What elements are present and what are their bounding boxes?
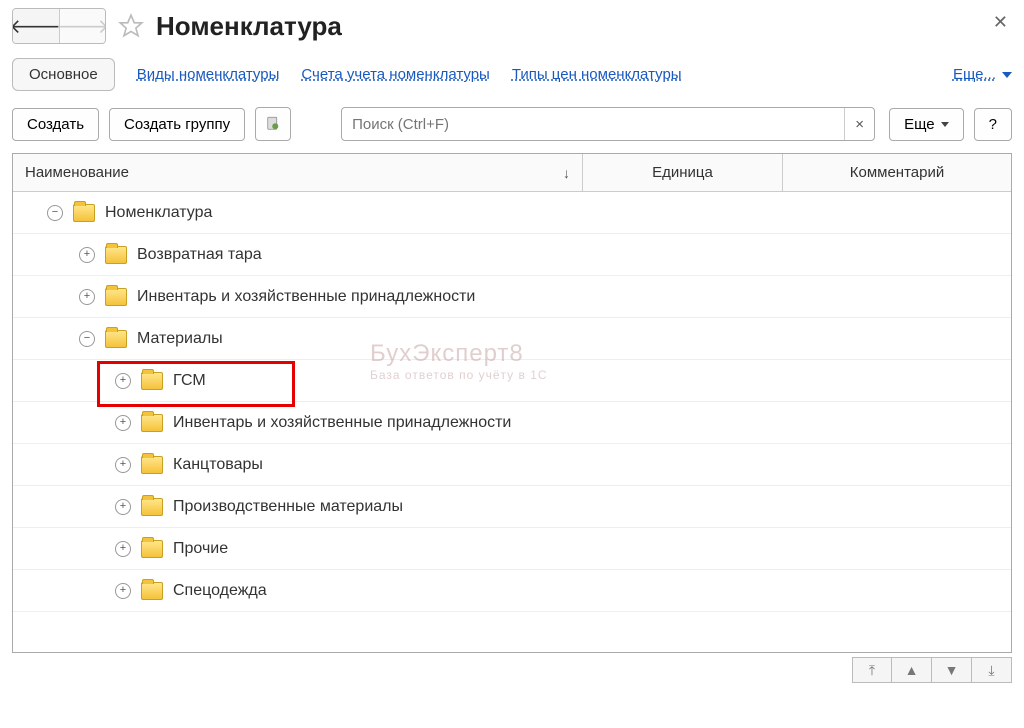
tree-row[interactable]: + Канцтовары [13, 444, 1011, 486]
search-clear-button[interactable]: × [844, 108, 874, 140]
expand-icon[interactable]: + [115, 415, 131, 431]
tree-row[interactable]: + Инвентарь и хозяйственные принадлежнос… [13, 402, 1011, 444]
close-icon[interactable]: ✕ [993, 12, 1008, 33]
tree-label: Возвратная тара [137, 246, 262, 264]
tree-row[interactable]: + Прочие [13, 528, 1011, 570]
tree-row[interactable]: + Производственные материалы [13, 486, 1011, 528]
folder-icon [141, 582, 163, 600]
tree-row[interactable]: + Инвентарь и хозяйственные принадлежнос… [13, 276, 1011, 318]
tree-label: Материалы [137, 330, 223, 348]
chevron-down-icon [1002, 72, 1012, 78]
help-button[interactable]: ? [974, 108, 1012, 141]
tree-label: Инвентарь и хозяйственные принадлежности [173, 414, 511, 432]
folder-icon [105, 288, 127, 306]
collapse-icon[interactable]: − [79, 331, 95, 347]
folder-icon [105, 246, 127, 264]
tree-label: Инвентарь и хозяйственные принадлежности [137, 288, 475, 306]
tree-row-gsm[interactable]: + ГСМ [13, 360, 1011, 402]
more-button[interactable]: Еще [889, 108, 964, 141]
tree-row-materials[interactable]: − Материалы [13, 318, 1011, 360]
expand-icon[interactable]: + [79, 247, 95, 263]
sort-indicator-icon: ↓ [563, 165, 570, 181]
tree-label: Прочие [173, 540, 228, 558]
tree-row[interactable]: + Возвратная тара [13, 234, 1011, 276]
folder-icon [141, 498, 163, 516]
tree-label: Производственные материалы [173, 498, 403, 516]
back-button[interactable]: 🡐 [13, 9, 59, 43]
toolbar: Создать Создать группу × Еще ? [12, 107, 1012, 141]
tree-body: − Номенклатура + Возвратная тара + Инвен… [13, 192, 1011, 652]
nav-last-button[interactable]: ⤓ [972, 657, 1012, 683]
tab-kinds[interactable]: Виды номенклатуры [137, 66, 280, 83]
col-comment[interactable]: Комментарий [783, 154, 1011, 191]
create-group-button[interactable]: Создать группу [109, 108, 245, 141]
folder-icon [141, 414, 163, 432]
tab-main[interactable]: Основное [12, 58, 115, 91]
col-name[interactable]: Наименование↓ [13, 154, 583, 191]
col-unit[interactable]: Единица [583, 154, 783, 191]
nav-first-button[interactable]: ⤒ [852, 657, 892, 683]
tree-row[interactable]: + Спецодежда [13, 570, 1011, 612]
expand-icon[interactable]: + [79, 289, 95, 305]
search-input[interactable] [342, 108, 844, 140]
tab-accounts[interactable]: Счета учета номенклатуры [301, 66, 489, 83]
forward-button[interactable]: 🡒 [59, 9, 105, 43]
tab-price-types[interactable]: Типы цен номенклатуры [512, 66, 682, 83]
tree-grid: Наименование↓ Единица Комментарий − Номе… [12, 153, 1012, 653]
expand-icon[interactable]: + [115, 541, 131, 557]
expand-icon[interactable]: + [115, 499, 131, 515]
tree-label: Канцтовары [173, 456, 263, 474]
tree-label: Номенклатура [105, 204, 212, 222]
folder-icon [105, 330, 127, 348]
chevron-down-icon [941, 122, 949, 127]
expand-icon[interactable]: + [115, 373, 131, 389]
nav-buttons: 🡐 🡒 [12, 8, 106, 44]
folder-icon [141, 456, 163, 474]
favorite-star-icon[interactable] [116, 11, 146, 41]
create-button[interactable]: Создать [12, 108, 99, 141]
folder-icon [73, 204, 95, 222]
footer-nav: ⤒ ▲ ▼ ⤓ [12, 657, 1012, 683]
folder-icon [141, 540, 163, 558]
tab-more[interactable]: Еще... [953, 66, 1012, 83]
folder-icon [141, 372, 163, 390]
attach-button[interactable] [255, 107, 291, 141]
expand-icon[interactable]: + [115, 583, 131, 599]
tabs: Основное Виды номенклатуры Счета учета н… [12, 58, 1012, 91]
nav-down-button[interactable]: ▼ [932, 657, 972, 683]
tree-label: Спецодежда [173, 582, 267, 600]
page-title: Номенклатура [156, 11, 342, 42]
tree-label: ГСМ [173, 372, 206, 390]
expand-icon[interactable]: + [115, 457, 131, 473]
collapse-icon[interactable]: − [47, 205, 63, 221]
nav-up-button[interactable]: ▲ [892, 657, 932, 683]
tree-header: Наименование↓ Единица Комментарий [13, 154, 1011, 192]
titlebar: 🡐 🡒 Номенклатура [12, 8, 1012, 44]
search-field: × [341, 107, 875, 141]
tree-row-root[interactable]: − Номенклатура [13, 192, 1011, 234]
